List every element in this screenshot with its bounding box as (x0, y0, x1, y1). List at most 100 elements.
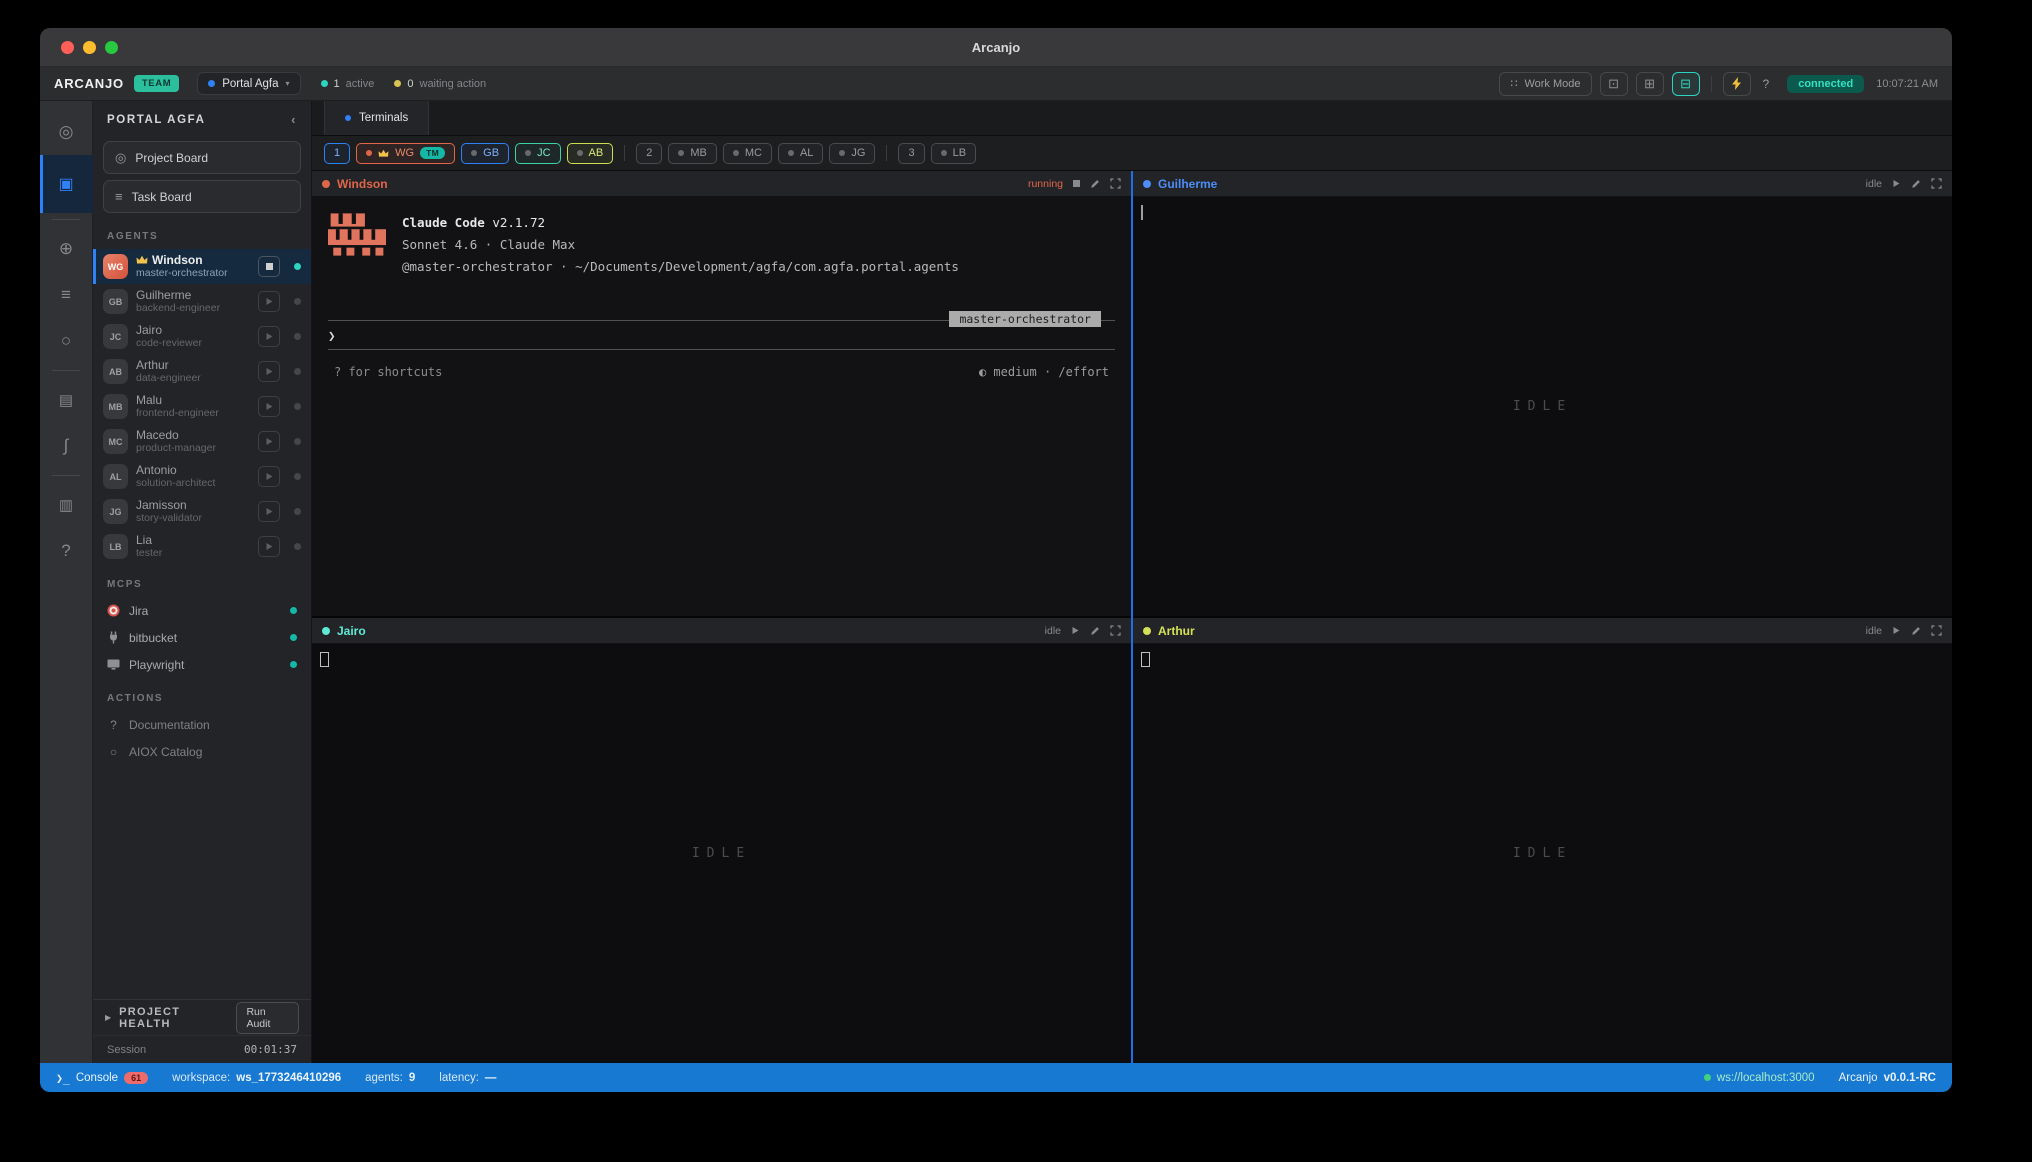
help-button[interactable]: ? (1759, 77, 1774, 91)
expand-icon (1110, 625, 1121, 636)
stop-agent-button[interactable] (258, 256, 280, 277)
start-agent-button[interactable] (258, 326, 280, 347)
start-terminal-button[interactable] (1892, 626, 1901, 635)
rail-target-button[interactable]: ◎ (40, 109, 93, 155)
chip-jc[interactable]: JC (515, 143, 560, 164)
terminal-output-windson[interactable]: Claude Code v2.1.72 Sonnet 4.6 · Claude … (312, 197, 1131, 616)
chip-group-2[interactable]: 2 (636, 143, 662, 164)
quick-actions-button[interactable] (1723, 72, 1751, 96)
project-board-button[interactable]: ◎ Project Board (103, 141, 301, 174)
chip-al[interactable]: AL (778, 143, 823, 164)
panel-dot-icon (1143, 180, 1151, 188)
stop-icon (266, 263, 273, 270)
edit-terminal-button[interactable] (1090, 626, 1100, 636)
project-health-section[interactable]: ▶ PROJECT HEALTH Run Audit (93, 999, 311, 1035)
start-terminal-button[interactable] (1892, 179, 1901, 188)
rail-help-button[interactable]: ? (40, 528, 93, 574)
agent-row-jamisson[interactable]: JG Jamisson story-validator (93, 494, 311, 529)
work-mode-button[interactable]: ∷ Work Mode (1499, 72, 1591, 96)
main-area: Terminals 1 WG TM GB JC AB 2 MB MC AL (312, 101, 1952, 1063)
start-agent-button[interactable] (258, 466, 280, 487)
chip-group-3[interactable]: 3 (898, 143, 924, 164)
rail-add-button[interactable]: ⊕ (40, 226, 93, 272)
expand-terminal-button[interactable] (1110, 178, 1121, 189)
agent-row-antonio[interactable]: AL Antonio solution-architect (93, 459, 311, 494)
tab-terminals[interactable]: Terminals (324, 101, 429, 135)
chip-dot (788, 150, 794, 156)
rail-divider (52, 475, 80, 476)
titlebar: Arcanjo (40, 28, 1952, 67)
chip-mc[interactable]: MC (723, 143, 772, 164)
terminal-output-guilherme[interactable]: IDLE (1133, 197, 1952, 616)
chip-group-1[interactable]: 1 (324, 143, 350, 164)
start-agent-button[interactable] (258, 536, 280, 557)
avatar: JC (103, 324, 128, 349)
expand-terminal-button[interactable] (1931, 178, 1942, 189)
rail-activity-button[interactable]: ∫ (40, 423, 93, 469)
chip-jg[interactable]: JG (829, 143, 875, 164)
run-audit-button[interactable]: Run Audit (236, 1002, 299, 1034)
terminal-output-jairo[interactable]: IDLE (312, 644, 1131, 1063)
latency-info: latency: — (439, 1072, 496, 1084)
start-agent-button[interactable] (258, 396, 280, 417)
layout-grid-button[interactable]: ⊞ (1636, 72, 1664, 96)
agent-row-lia[interactable]: LB Lia tester (93, 529, 311, 564)
rail-table-button[interactable]: ▤ (40, 377, 93, 423)
expand-icon (1931, 178, 1942, 189)
chip-ab[interactable]: AB (567, 143, 614, 164)
chip-gb[interactable]: GB (461, 143, 509, 164)
claude-code-app-name: Claude Code (402, 215, 485, 230)
agent-row-malu[interactable]: MB Malu frontend-engineer (93, 389, 311, 424)
panel-header: Guilherme idle (1133, 171, 1952, 197)
agent-row-jairo[interactable]: JC Jairo code-reviewer (93, 319, 311, 354)
chip-lb[interactable]: LB (931, 143, 976, 164)
edit-terminal-button[interactable] (1090, 179, 1100, 189)
layout-split-button[interactable]: ⊟ (1672, 72, 1700, 96)
rail-nodes-button[interactable]: ○ (40, 318, 93, 364)
left-rail: ◎ ▣ ⊕ ≡ ○ ▤ ∫ ▥ ? (40, 101, 93, 1063)
rail-columns-button[interactable]: ▥ (40, 482, 93, 528)
layout-stack-button[interactable]: ⊡ (1600, 72, 1628, 96)
rail-projects-button[interactable]: ▣ (40, 155, 93, 213)
mcp-row-playwright[interactable]: Playwright (93, 651, 311, 678)
agent-row-arthur[interactable]: AB Arthur data-engineer (93, 354, 311, 389)
task-board-button[interactable]: ≡ Task Board (103, 180, 301, 213)
sidebar-collapse-button[interactable]: ‹ (291, 112, 297, 127)
aiox-catalog-link[interactable]: ○ AIOX Catalog (93, 738, 311, 765)
start-agent-button[interactable] (258, 501, 280, 522)
edit-terminal-button[interactable] (1911, 626, 1921, 636)
start-terminal-button[interactable] (1071, 626, 1080, 635)
documentation-link[interactable]: ? Documentation (93, 711, 311, 738)
agent-row-macedo[interactable]: MC Macedo product-manager (93, 424, 311, 459)
terminal-output-arthur[interactable]: IDLE (1133, 644, 1952, 1063)
app-header: ARCANJO TEAM Portal Agfa ▾ 1 active 0 wa… (40, 67, 1952, 101)
expand-terminal-button[interactable] (1110, 625, 1121, 636)
expand-terminal-button[interactable] (1931, 625, 1942, 636)
layout-stack-icon: ⊡ (1608, 76, 1619, 92)
target-icon: ◎ (59, 122, 74, 142)
zoom-window-button[interactable] (105, 41, 118, 54)
project-dot-icon (208, 80, 215, 87)
agent-row-guilherme[interactable]: GB Guilherme backend-engineer (93, 284, 311, 319)
input-separator-top: master-orchestrator (328, 320, 1115, 321)
stop-terminal-button[interactable] (1073, 180, 1080, 187)
waiting-dot-icon (394, 80, 401, 87)
minimize-window-button[interactable] (83, 41, 96, 54)
rail-list-button[interactable]: ≡ (40, 272, 93, 318)
console-toggle[interactable]: ❯_ Console 61 (56, 1071, 148, 1085)
chip-mb[interactable]: MB (668, 143, 717, 164)
agent-row-windson[interactable]: WG Windson master-orchestrator (93, 249, 311, 284)
start-agent-button[interactable] (258, 431, 280, 452)
active-agents-status: 1 active (321, 78, 375, 90)
panel-title: Guilherme (1158, 177, 1217, 191)
start-agent-button[interactable] (258, 291, 280, 312)
project-selector[interactable]: Portal Agfa ▾ (197, 72, 300, 95)
mcp-row-jira[interactable]: Jira (93, 597, 311, 624)
start-agent-button[interactable] (258, 361, 280, 382)
mcp-row-bitbucket[interactable]: bitbucket (93, 624, 311, 651)
chip-wg[interactable]: WG TM (356, 143, 455, 164)
terminal-hints: ? for shortcuts ◐ medium · /effort (326, 365, 1117, 379)
close-window-button[interactable] (61, 41, 74, 54)
panel-title: Arthur (1158, 624, 1195, 638)
edit-terminal-button[interactable] (1911, 179, 1921, 189)
